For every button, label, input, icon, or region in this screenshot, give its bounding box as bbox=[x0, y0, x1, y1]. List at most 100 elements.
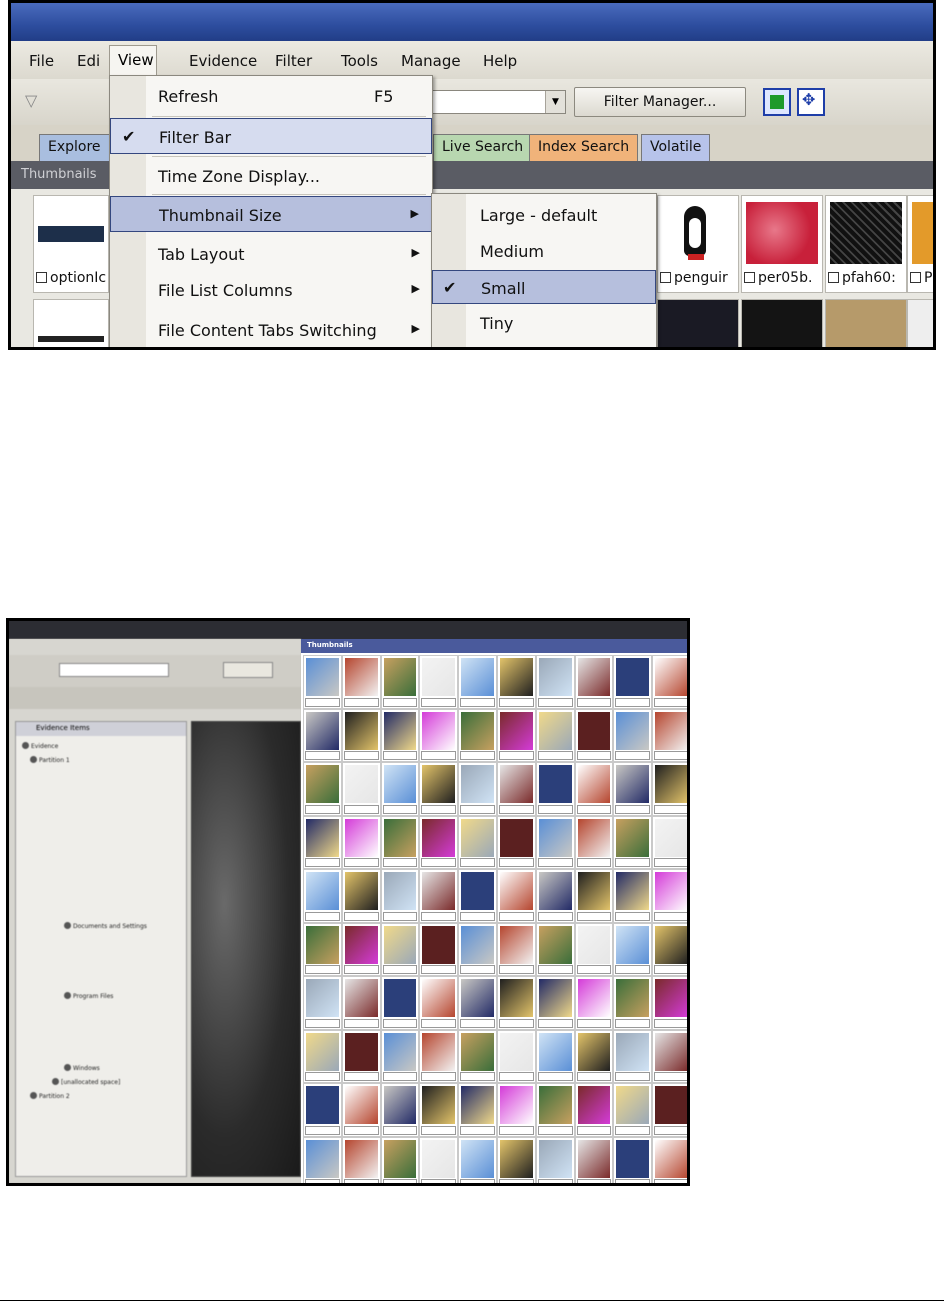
thumbnail-cell[interactable] bbox=[380, 708, 420, 762]
thumbnail-cell[interactable] bbox=[419, 1136, 459, 1183]
thumbnail-cell[interactable] bbox=[303, 922, 342, 976]
thumbnail-cell[interactable] bbox=[341, 815, 381, 869]
thumbnail-cell[interactable] bbox=[458, 1136, 497, 1183]
thumbnail-cell[interactable] bbox=[652, 976, 687, 1030]
thumbnail-cell[interactable] bbox=[341, 922, 381, 976]
thumbnail-cell[interactable] bbox=[652, 869, 687, 923]
thumbnail-cell[interactable] bbox=[574, 655, 614, 709]
thumbnail-cell[interactable]: per05b. bbox=[741, 195, 823, 293]
thumbnail-cell[interactable] bbox=[535, 976, 575, 1030]
tree-row[interactable]: Documents and Settings bbox=[64, 922, 147, 932]
thumbnail-cell[interactable] bbox=[535, 922, 575, 976]
thumbnail-cell[interactable] bbox=[380, 976, 420, 1030]
thumbnail-cell[interactable] bbox=[741, 299, 823, 347]
filter-funnel-icon[interactable]: ▽ bbox=[25, 91, 37, 110]
thumbnail-cell[interactable] bbox=[380, 869, 420, 923]
thumbnail-cell[interactable] bbox=[535, 815, 575, 869]
thumbnail-cell[interactable] bbox=[496, 1083, 536, 1137]
thumbnail-cell[interactable] bbox=[574, 815, 614, 869]
thumbnail-cell[interactable] bbox=[380, 1136, 420, 1183]
menu-item-filter-bar[interactable]: ✔ Filter Bar bbox=[110, 118, 432, 154]
thumbnail-cell[interactable] bbox=[535, 655, 575, 709]
thumbnail-cell[interactable] bbox=[574, 1083, 614, 1137]
menu-item-small[interactable]: ✔ Small bbox=[432, 270, 656, 304]
thumbnail-cell[interactable] bbox=[419, 976, 459, 1030]
thumbnail-cell[interactable] bbox=[613, 976, 653, 1030]
apply-filter-icon[interactable] bbox=[763, 88, 791, 116]
thumbnail-cell[interactable] bbox=[496, 869, 536, 923]
thumbnail-cell[interactable] bbox=[496, 815, 536, 869]
thumbnail-cell[interactable] bbox=[613, 815, 653, 869]
thumbnail-cell[interactable]: penguir bbox=[657, 195, 739, 293]
thumbnail-cell[interactable] bbox=[613, 762, 653, 816]
thumbnail-cell[interactable] bbox=[458, 708, 497, 762]
thumbnail-cell[interactable] bbox=[496, 762, 536, 816]
thumbnail-cell[interactable] bbox=[419, 922, 459, 976]
thumbnail-cell[interactable] bbox=[303, 976, 342, 1030]
thumbnail-cell[interactable] bbox=[303, 1083, 342, 1137]
menu-evidence[interactable]: Evidence bbox=[189, 52, 257, 70]
thumbnail-cell[interactable] bbox=[380, 762, 420, 816]
thumbnail-cell[interactable] bbox=[380, 1083, 420, 1137]
thumbnail-cell[interactable] bbox=[652, 655, 687, 709]
thumbnail-cell[interactable] bbox=[907, 299, 933, 347]
thumbnail-cell[interactable] bbox=[535, 869, 575, 923]
thumbnail-cell[interactable] bbox=[419, 762, 459, 816]
thumbnail-cell[interactable] bbox=[303, 708, 342, 762]
thumbnail-cell[interactable] bbox=[652, 708, 687, 762]
thumbnail-cell[interactable] bbox=[613, 922, 653, 976]
thumbnail-cell[interactable] bbox=[33, 299, 109, 347]
thumbnail-cell[interactable] bbox=[419, 1029, 459, 1083]
menu-item-refresh[interactable]: Refresh F5 bbox=[110, 78, 432, 114]
thumbnail-cell[interactable] bbox=[458, 869, 497, 923]
thumbnail-cell[interactable] bbox=[419, 708, 459, 762]
thumbnail-cell[interactable] bbox=[574, 1136, 614, 1183]
thumbnail-cell[interactable] bbox=[419, 869, 459, 923]
thumbnail-cell[interactable] bbox=[574, 1029, 614, 1083]
tab-index-search[interactable]: Index Search bbox=[529, 134, 639, 161]
thumbnail-cell[interactable] bbox=[652, 1083, 687, 1137]
thumbnail-cell[interactable] bbox=[652, 815, 687, 869]
thumbnail-cell[interactable] bbox=[825, 299, 907, 347]
tree-row[interactable]: Program Files bbox=[64, 992, 113, 1002]
menu-item-thumbnail-size[interactable]: Thumbnail Size ▶ bbox=[110, 196, 432, 232]
thumbnail-cell[interactable] bbox=[574, 869, 614, 923]
tree-row[interactable]: [unallocated space] bbox=[52, 1078, 120, 1088]
thumbnail-cell[interactable] bbox=[419, 655, 459, 709]
menu-help[interactable]: Help bbox=[483, 52, 517, 70]
menu-manage[interactable]: Manage bbox=[401, 52, 461, 70]
thumbnail-cell[interactable] bbox=[657, 299, 739, 347]
thumbnail-cell[interactable] bbox=[458, 1083, 497, 1137]
menu-edit[interactable]: Edi bbox=[77, 52, 100, 70]
thumbnail-cell[interactable] bbox=[303, 1029, 342, 1083]
thumbnail-cell[interactable]: optionIc bbox=[33, 195, 109, 293]
thumbnail-cell[interactable] bbox=[574, 708, 614, 762]
thumbnail-cell[interactable] bbox=[303, 762, 342, 816]
thumbnail-cell[interactable] bbox=[380, 922, 420, 976]
menu-item-tiny[interactable]: Tiny bbox=[432, 306, 656, 340]
thumbnail-cell[interactable] bbox=[652, 1029, 687, 1083]
thumbnail-cell[interactable] bbox=[496, 1029, 536, 1083]
tab-explore[interactable]: Explore bbox=[39, 134, 110, 161]
thumbnail-cell[interactable] bbox=[496, 655, 536, 709]
thumbnail-cell[interactable] bbox=[341, 708, 381, 762]
thumbnail-cell[interactable] bbox=[613, 869, 653, 923]
thumbnail-cell[interactable] bbox=[613, 1083, 653, 1137]
thumbnail-cell[interactable] bbox=[613, 708, 653, 762]
tree-row[interactable]: Windows bbox=[64, 1064, 100, 1074]
thumbnail-cell[interactable] bbox=[496, 708, 536, 762]
thumbnail-cell[interactable] bbox=[574, 922, 614, 976]
tab-volatile[interactable]: Volatile bbox=[641, 134, 711, 161]
thumbnail-cell[interactable] bbox=[652, 922, 687, 976]
menu-item-medium[interactable]: Medium bbox=[432, 234, 656, 268]
menu-item-tab-layout[interactable]: Tab Layout ▶ bbox=[110, 236, 432, 272]
thumbnail-cell[interactable] bbox=[496, 922, 536, 976]
menu-item-file-content-tabs-switching[interactable]: File Content Tabs Switching ▶ bbox=[110, 312, 432, 347]
menu-tools[interactable]: Tools bbox=[341, 52, 378, 70]
thumbnail-cell[interactable] bbox=[380, 1029, 420, 1083]
tab-live-search[interactable]: Live Search bbox=[433, 134, 533, 161]
thumbnail-cell[interactable] bbox=[458, 655, 497, 709]
thumbnail-cell[interactable] bbox=[341, 655, 381, 709]
thumbnail-cell[interactable] bbox=[458, 976, 497, 1030]
menu-item-large-default[interactable]: Large - default bbox=[432, 198, 656, 232]
